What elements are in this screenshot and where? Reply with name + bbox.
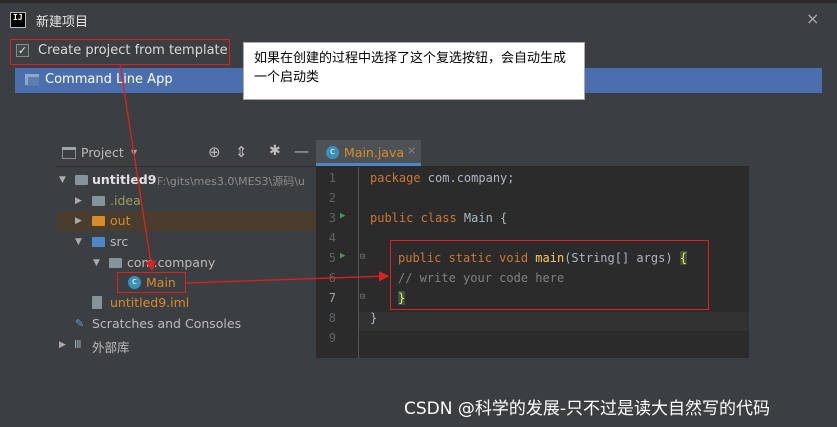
scratches-label: Scratches and Consoles bbox=[92, 316, 242, 331]
checkbox-highlight-box bbox=[10, 39, 230, 65]
fold-marker-icon[interactable]: ⊟ bbox=[360, 252, 365, 262]
code-text: Main { bbox=[456, 211, 508, 225]
collapsed-arrow-icon: ▶ bbox=[75, 216, 82, 226]
code-keyword: public class bbox=[370, 211, 457, 225]
line-number: 5 bbox=[328, 251, 336, 265]
expanded-arrow-icon: ▼ bbox=[59, 175, 66, 185]
line-number: 2 bbox=[328, 191, 336, 205]
main-class-highlight-box bbox=[117, 272, 186, 293]
java-class-icon: c bbox=[326, 146, 339, 159]
watermark: CSDN @科学的发展-只不过是读大自然写的代码 bbox=[404, 399, 771, 419]
current-line-highlight bbox=[358, 312, 749, 331]
project-view-icon bbox=[62, 147, 76, 159]
line-number: 6 bbox=[328, 271, 336, 285]
project-panel-header: Project ▼ ⊕ ⇕ ✱ — bbox=[57, 140, 317, 167]
hide-icon[interactable]: — bbox=[294, 142, 309, 160]
line-number: 1 bbox=[328, 171, 336, 185]
code-keyword: package bbox=[370, 171, 421, 185]
package-label: com.company bbox=[127, 255, 216, 270]
scratches-icon: ✎ bbox=[75, 317, 85, 330]
project-panel-title[interactable]: Project bbox=[81, 145, 124, 160]
expanded-arrow-icon: ▼ bbox=[75, 237, 82, 247]
tab-main-java[interactable]: c Main.java × bbox=[316, 140, 421, 166]
external-libraries-label: 外部库 bbox=[92, 340, 130, 355]
src-folder-label: src bbox=[110, 234, 129, 249]
collapse-all-icon[interactable]: ⇕ bbox=[235, 143, 248, 161]
top-stripe bbox=[0, 0, 837, 3]
main-method-highlight-box bbox=[390, 240, 709, 310]
module-icon bbox=[25, 74, 39, 86]
expanded-arrow-icon: ▼ bbox=[93, 258, 100, 268]
tree-item-out[interactable]: ▶ out bbox=[57, 211, 317, 231]
dialog-title: 新建项目 bbox=[36, 15, 89, 30]
line-number: 4 bbox=[328, 231, 336, 245]
annotation-callout: 如果在创建的过程中选择了这个复选按钮，会自动生成一个启动类 bbox=[243, 42, 585, 100]
fold-marker-icon[interactable]: ⊟ bbox=[360, 292, 365, 302]
root-path: F:\gits\mes3.0\MES3\源码\u bbox=[157, 175, 305, 188]
collapsed-arrow-icon: ▶ bbox=[75, 196, 82, 206]
root-name: untitled9 bbox=[92, 172, 157, 187]
tab-close-icon[interactable]: × bbox=[407, 144, 416, 157]
editor-tab-bar: c Main.java × bbox=[316, 140, 749, 166]
line-number: 9 bbox=[328, 331, 336, 345]
tab-label: Main.java bbox=[344, 145, 405, 160]
tree-item-root[interactable]: ▼ untitled9 F:\gits\mes3.0\MES3\源码\u bbox=[57, 170, 317, 190]
out-folder-label: out bbox=[110, 213, 131, 228]
code-text: com.company; bbox=[420, 171, 515, 185]
run-method-icon[interactable]: ▶ bbox=[340, 251, 345, 261]
folder-icon bbox=[92, 196, 105, 206]
gear-icon[interactable]: ✱ bbox=[269, 143, 281, 159]
line-number: 8 bbox=[328, 311, 336, 325]
iml-file-icon bbox=[92, 296, 102, 309]
source-folder-icon bbox=[92, 237, 105, 247]
collapsed-arrow-icon: ▶ bbox=[59, 340, 66, 350]
idea-folder-label: .idea bbox=[110, 193, 141, 208]
run-class-icon[interactable]: ▶ bbox=[340, 211, 345, 221]
close-icon[interactable]: × bbox=[806, 9, 819, 28]
line-number: 3 bbox=[328, 211, 336, 225]
package-icon bbox=[109, 258, 122, 268]
iml-file-label: untitled9.iml bbox=[110, 295, 190, 310]
line-number: 7 bbox=[328, 291, 336, 305]
locate-icon[interactable]: ⊕ bbox=[208, 143, 221, 161]
template-item-label: Command Line App bbox=[45, 72, 173, 87]
intellij-app-icon: IJ bbox=[10, 12, 26, 28]
libraries-icon: Ⅲ bbox=[74, 338, 82, 351]
module-folder-icon bbox=[75, 175, 88, 185]
dialog-titlebar: IJ 新建项目 × bbox=[0, 0, 837, 38]
view-dropdown-icon[interactable]: ▼ bbox=[131, 148, 137, 157]
code-brace: } bbox=[370, 311, 378, 325]
gutter-divider bbox=[358, 167, 359, 358]
project-tool-window: Project ▼ ⊕ ⇕ ✱ — ▼ untitled9 F:\gits\me… bbox=[57, 140, 317, 358]
excluded-folder-icon bbox=[92, 216, 105, 226]
